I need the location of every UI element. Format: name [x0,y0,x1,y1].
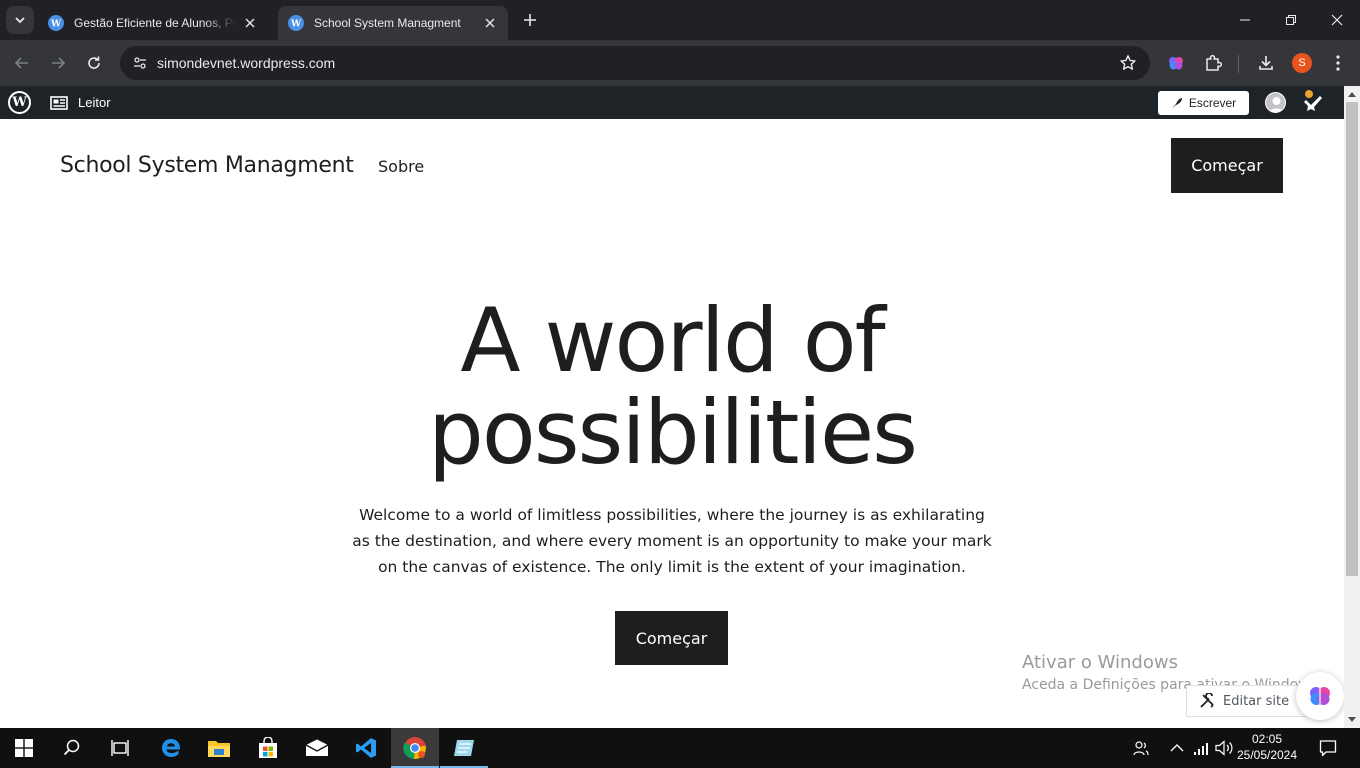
close-icon [1331,14,1343,26]
chevron-down-icon [15,17,25,24]
scrollbar-thumb[interactable] [1346,102,1358,576]
plus-icon [524,14,536,26]
volume-icon[interactable] [1214,738,1234,758]
extensions-puzzle-icon[interactable] [1202,52,1224,74]
user-avatar[interactable] [1265,92,1286,113]
site-title[interactable]: School System Managment [60,153,354,178]
reload-icon [88,56,100,69]
taskbar-search-button[interactable] [48,728,96,768]
tab-close-icon[interactable] [482,15,498,31]
chrome-app-button[interactable] [391,728,439,768]
downloads-icon[interactable] [1255,52,1277,74]
arrow-right-icon [52,57,66,69]
network-signal-icon[interactable] [1191,738,1211,758]
wordpress-favicon-icon: W [288,15,304,31]
vscode-app-button[interactable] [342,728,390,768]
browser-tab-strip: W Gestão Eficiente de Alunos, Professore… [0,0,1360,40]
page-scrollbar[interactable] [1344,86,1360,728]
toolbar-separator [1238,55,1239,73]
browser-toolbar: simondevnet.wordpress.com S [0,40,1360,86]
wordpress-logo-icon[interactable]: W [8,91,31,114]
reader-label: Leitor [78,95,111,110]
svg-text:W: W [51,20,61,29]
ai-extension-icon[interactable] [1165,52,1187,74]
task-view-icon [111,740,129,756]
tools-icon [1199,693,1215,709]
address-bar[interactable]: simondevnet.wordpress.com [120,46,1150,80]
site-info-icon[interactable] [128,51,152,75]
header-start-button[interactable]: Começar [1171,138,1283,193]
chrome-icon [403,737,426,760]
tab-title: Gestão Eficiente de Alunos, Professores [74,16,236,30]
people-icon[interactable] [1131,738,1151,758]
start-button[interactable] [0,728,48,768]
scroll-down-arrow-icon[interactable] [1344,712,1360,728]
edit-site-label: Editar site [1223,693,1290,709]
profile-avatar[interactable]: S [1292,53,1312,73]
activate-windows-title: Ativar o Windows [1022,652,1178,673]
mail-app-button[interactable] [293,728,341,768]
page-content: School System Managment Sobre Começar A … [0,119,1344,728]
ai-brain-icon [1310,687,1330,705]
minimize-button[interactable] [1222,0,1268,40]
reader-link[interactable]: Leitor [50,86,111,119]
restore-button[interactable] [1268,0,1314,40]
url-text: simondevnet.wordpress.com [157,55,336,71]
arrow-left-icon [14,57,28,69]
store-bag-icon [259,737,277,758]
svg-text:W: W [291,20,301,29]
notes-app-button[interactable] [440,728,488,768]
tab-search-button[interactable] [6,6,34,34]
file-explorer-button[interactable] [195,728,243,768]
hero-title-line: possibilities [428,381,918,484]
hero-description: Welcome to a world of limitless possibil… [352,506,992,576]
edge-app-button[interactable] [147,728,195,768]
bookmark-star-icon[interactable] [1118,53,1138,73]
notification-dot [1305,90,1313,98]
taskbar-clock[interactable]: 02:05 25/05/2024 [1232,731,1302,763]
notepad-app-icon [454,740,474,756]
wordpress-favicon-icon: W [48,15,64,31]
write-label: Escrever [1188,96,1237,110]
browser-menu-icon[interactable] [1327,52,1349,74]
close-window-button[interactable] [1314,0,1360,40]
ai-assistant-button[interactable] [1296,672,1344,720]
chevron-up-icon[interactable] [1167,738,1187,758]
action-center-icon[interactable] [1318,738,1338,758]
clock-date: 25/05/2024 [1236,748,1298,762]
store-app-button[interactable] [244,728,292,768]
wordpress-admin-bar: W Leitor Escrever [0,86,1360,119]
windows-logo-icon [15,739,33,757]
forward-button[interactable] [44,49,72,77]
scroll-up-arrow-icon[interactable] [1344,86,1360,102]
back-button[interactable] [8,49,36,77]
edge-browser-icon [162,739,181,757]
new-tab-button[interactable] [518,8,542,32]
reader-icon [50,95,68,110]
feather-pen-icon [1171,97,1183,109]
clock-time: 02:05 [1251,732,1283,746]
search-icon [63,739,80,756]
edit-site-button[interactable]: Editar site [1186,685,1310,717]
restore-icon [1286,15,1296,25]
hero-start-button[interactable]: Começar [615,611,728,665]
write-button[interactable]: Escrever [1158,91,1249,115]
browser-tab-active[interactable]: W School System Managment [278,6,508,40]
reload-button[interactable] [80,49,108,77]
tab-title: School System Managment [314,16,461,30]
hero-title-line: A world of [460,289,885,392]
browser-tab[interactable]: W Gestão Eficiente de Alunos, Professore… [38,6,268,40]
folder-icon [208,741,230,757]
task-view-button[interactable] [96,728,144,768]
vscode-icon [356,738,376,758]
nav-item-sobre[interactable]: Sobre [378,157,424,176]
tab-close-icon[interactable] [242,15,258,31]
mail-envelope-icon [305,739,329,756]
minimize-icon [1240,19,1250,21]
hero-title: A world of possibilities [322,295,1022,479]
windows-taskbar: 02:05 25/05/2024 [0,728,1360,768]
